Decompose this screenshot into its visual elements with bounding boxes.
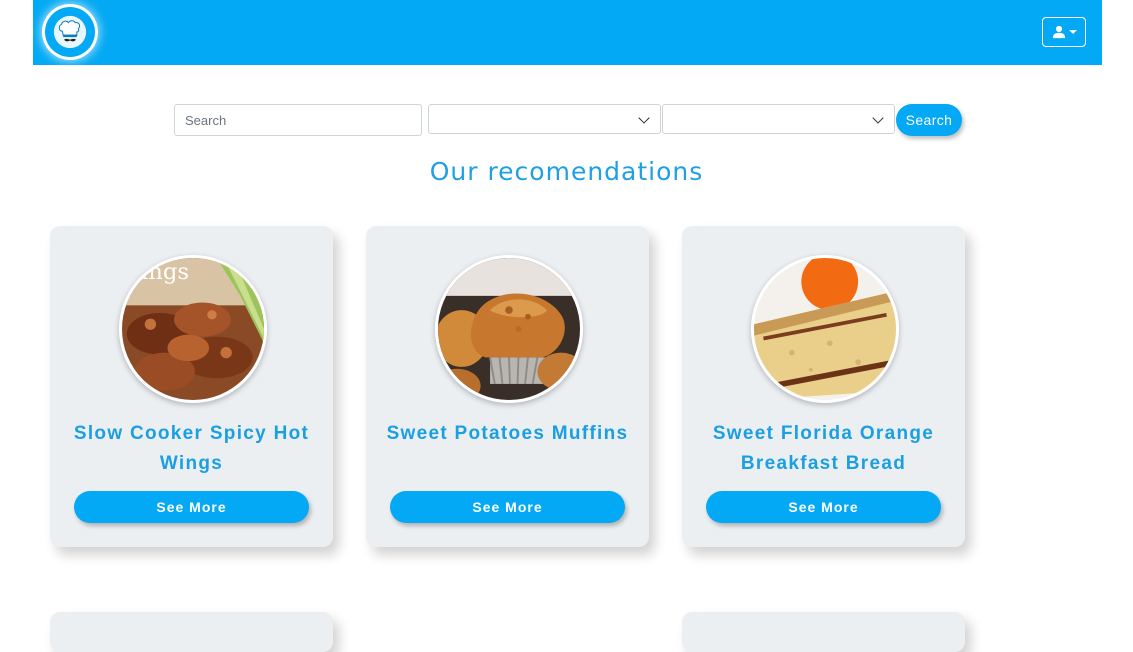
recipe-title: Sweet Potatoes Muffins <box>386 423 629 444</box>
search-button[interactable]: Search <box>896 104 962 136</box>
user-icon <box>1052 25 1065 39</box>
see-more-button[interactable]: See More <box>706 491 941 523</box>
recipe-card: Sweet Potatoes Muffins See More <box>366 226 649 547</box>
recipe-image[interactable] <box>751 255 899 403</box>
chef-hat-icon <box>53 15 87 49</box>
recipe-card <box>50 612 333 652</box>
recipe-image[interactable] <box>435 255 583 403</box>
navbar <box>33 0 1102 65</box>
recipe-title: Sweet Florida Orange Breakfast Bread <box>712 423 935 474</box>
see-more-button[interactable]: See More <box>390 491 625 523</box>
chef-logo-icon[interactable] <box>45 7 95 57</box>
user-menu-button[interactable] <box>1042 17 1086 47</box>
recipe-card <box>682 612 965 652</box>
recipe-card: ings Slow Cooker Spicy Hot Wings See Mor… <box>50 226 333 547</box>
see-more-button[interactable]: See More <box>74 491 309 523</box>
recipe-title: Slow Cooker Spicy Hot Wings <box>73 423 310 474</box>
chevron-down-icon <box>1068 30 1077 34</box>
image-caption: ings <box>141 259 189 285</box>
chevron-down-icon <box>638 112 650 124</box>
section-title: Our recomendations <box>429 157 704 186</box>
search-input[interactable] <box>174 104 422 136</box>
category-select[interactable] <box>428 104 661 134</box>
recipe-image[interactable]: ings <box>119 255 267 403</box>
chevron-down-icon <box>872 112 884 124</box>
recipe-card: Sweet Florida Orange Breakfast Bread See… <box>682 226 965 547</box>
filter-select[interactable] <box>662 104 895 134</box>
